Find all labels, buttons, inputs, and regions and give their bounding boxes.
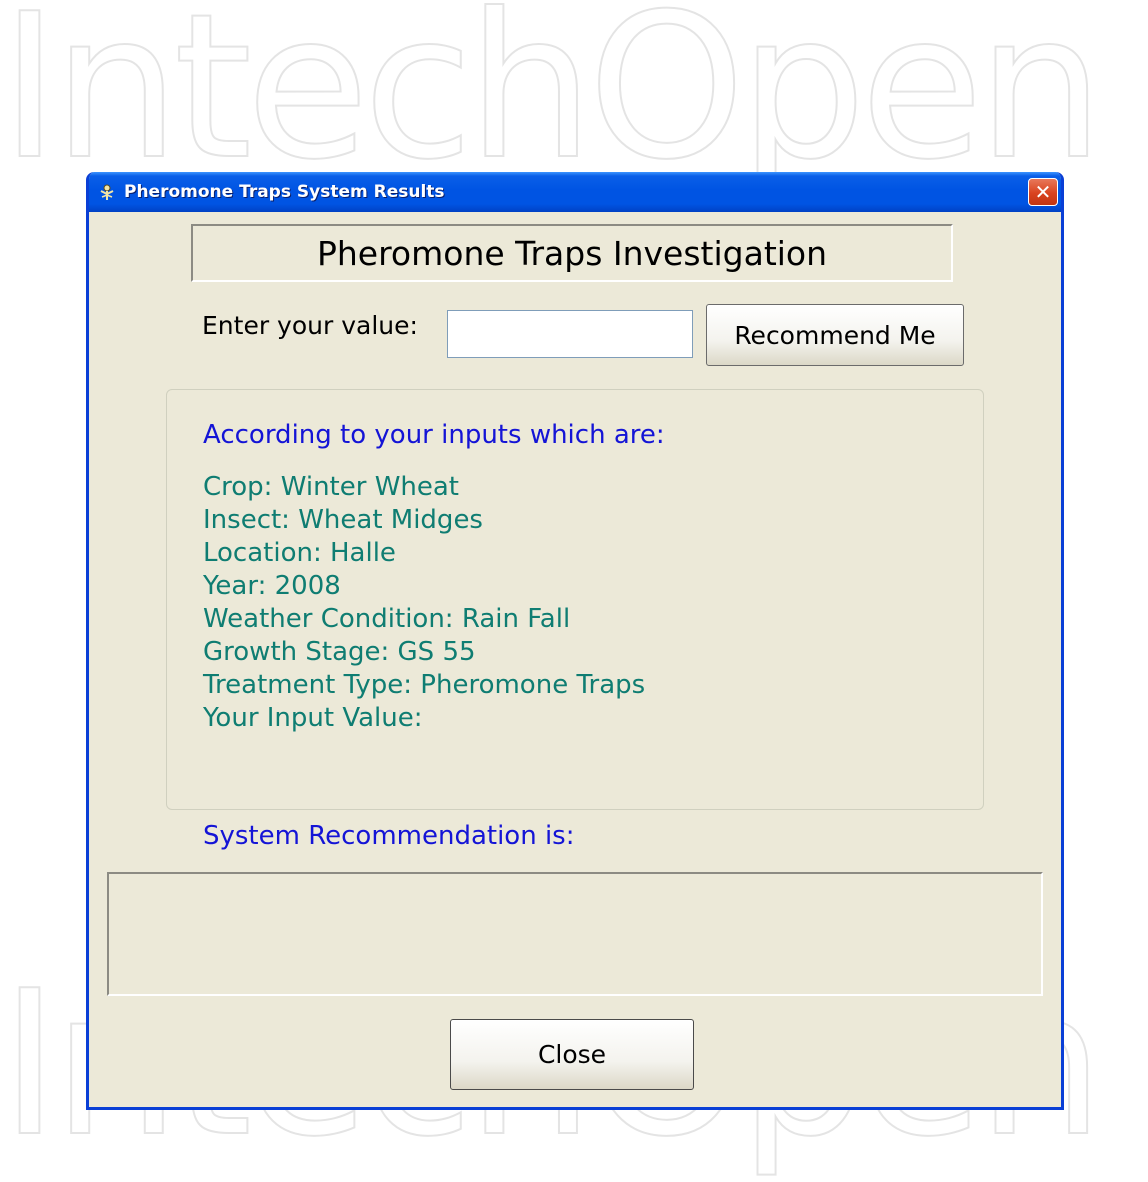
- app-icon: [96, 181, 118, 203]
- recommendation-output: [107, 872, 1043, 996]
- summary-growth-stage: Growth Stage: GS 55: [203, 637, 476, 667]
- close-icon: ✕: [1034, 180, 1052, 204]
- summary-crop: Crop: Winter Wheat: [203, 472, 460, 502]
- summary-treatment-type: Treatment Type: Pheromone Traps: [203, 670, 646, 700]
- close-button[interactable]: Close: [450, 1019, 694, 1090]
- inputs-intro-text: According to your inputs which are:: [203, 420, 665, 450]
- page-heading: Pheromone Traps Investigation: [191, 224, 953, 282]
- window-title: Pheromone Traps System Results: [124, 182, 445, 202]
- summary-insect: Insect: Wheat Midges: [203, 505, 483, 535]
- summary-input-value: Your Input Value:: [203, 703, 423, 733]
- title-bar[interactable]: Pheromone Traps System Results ✕: [89, 172, 1061, 212]
- system-recommendation-label: System Recommendation is:: [203, 821, 575, 851]
- summary-weather: Weather Condition: Rain Fall: [203, 604, 571, 634]
- summary-location: Location: Halle: [203, 538, 396, 568]
- window-close-button[interactable]: ✕: [1028, 178, 1058, 206]
- summary-year: Year: 2008: [203, 571, 341, 601]
- value-input[interactable]: [447, 310, 693, 358]
- recommend-me-button[interactable]: Recommend Me: [706, 304, 964, 366]
- inputs-summary-list: Crop: Winter Wheat Insect: Wheat Midges …: [203, 471, 645, 735]
- watermark-logo-top: IntechOpen: [0, 0, 1105, 204]
- results-window: Pheromone Traps System Results ✕ Pheromo…: [86, 172, 1064, 1110]
- value-input-label: Enter your value:: [202, 311, 418, 340]
